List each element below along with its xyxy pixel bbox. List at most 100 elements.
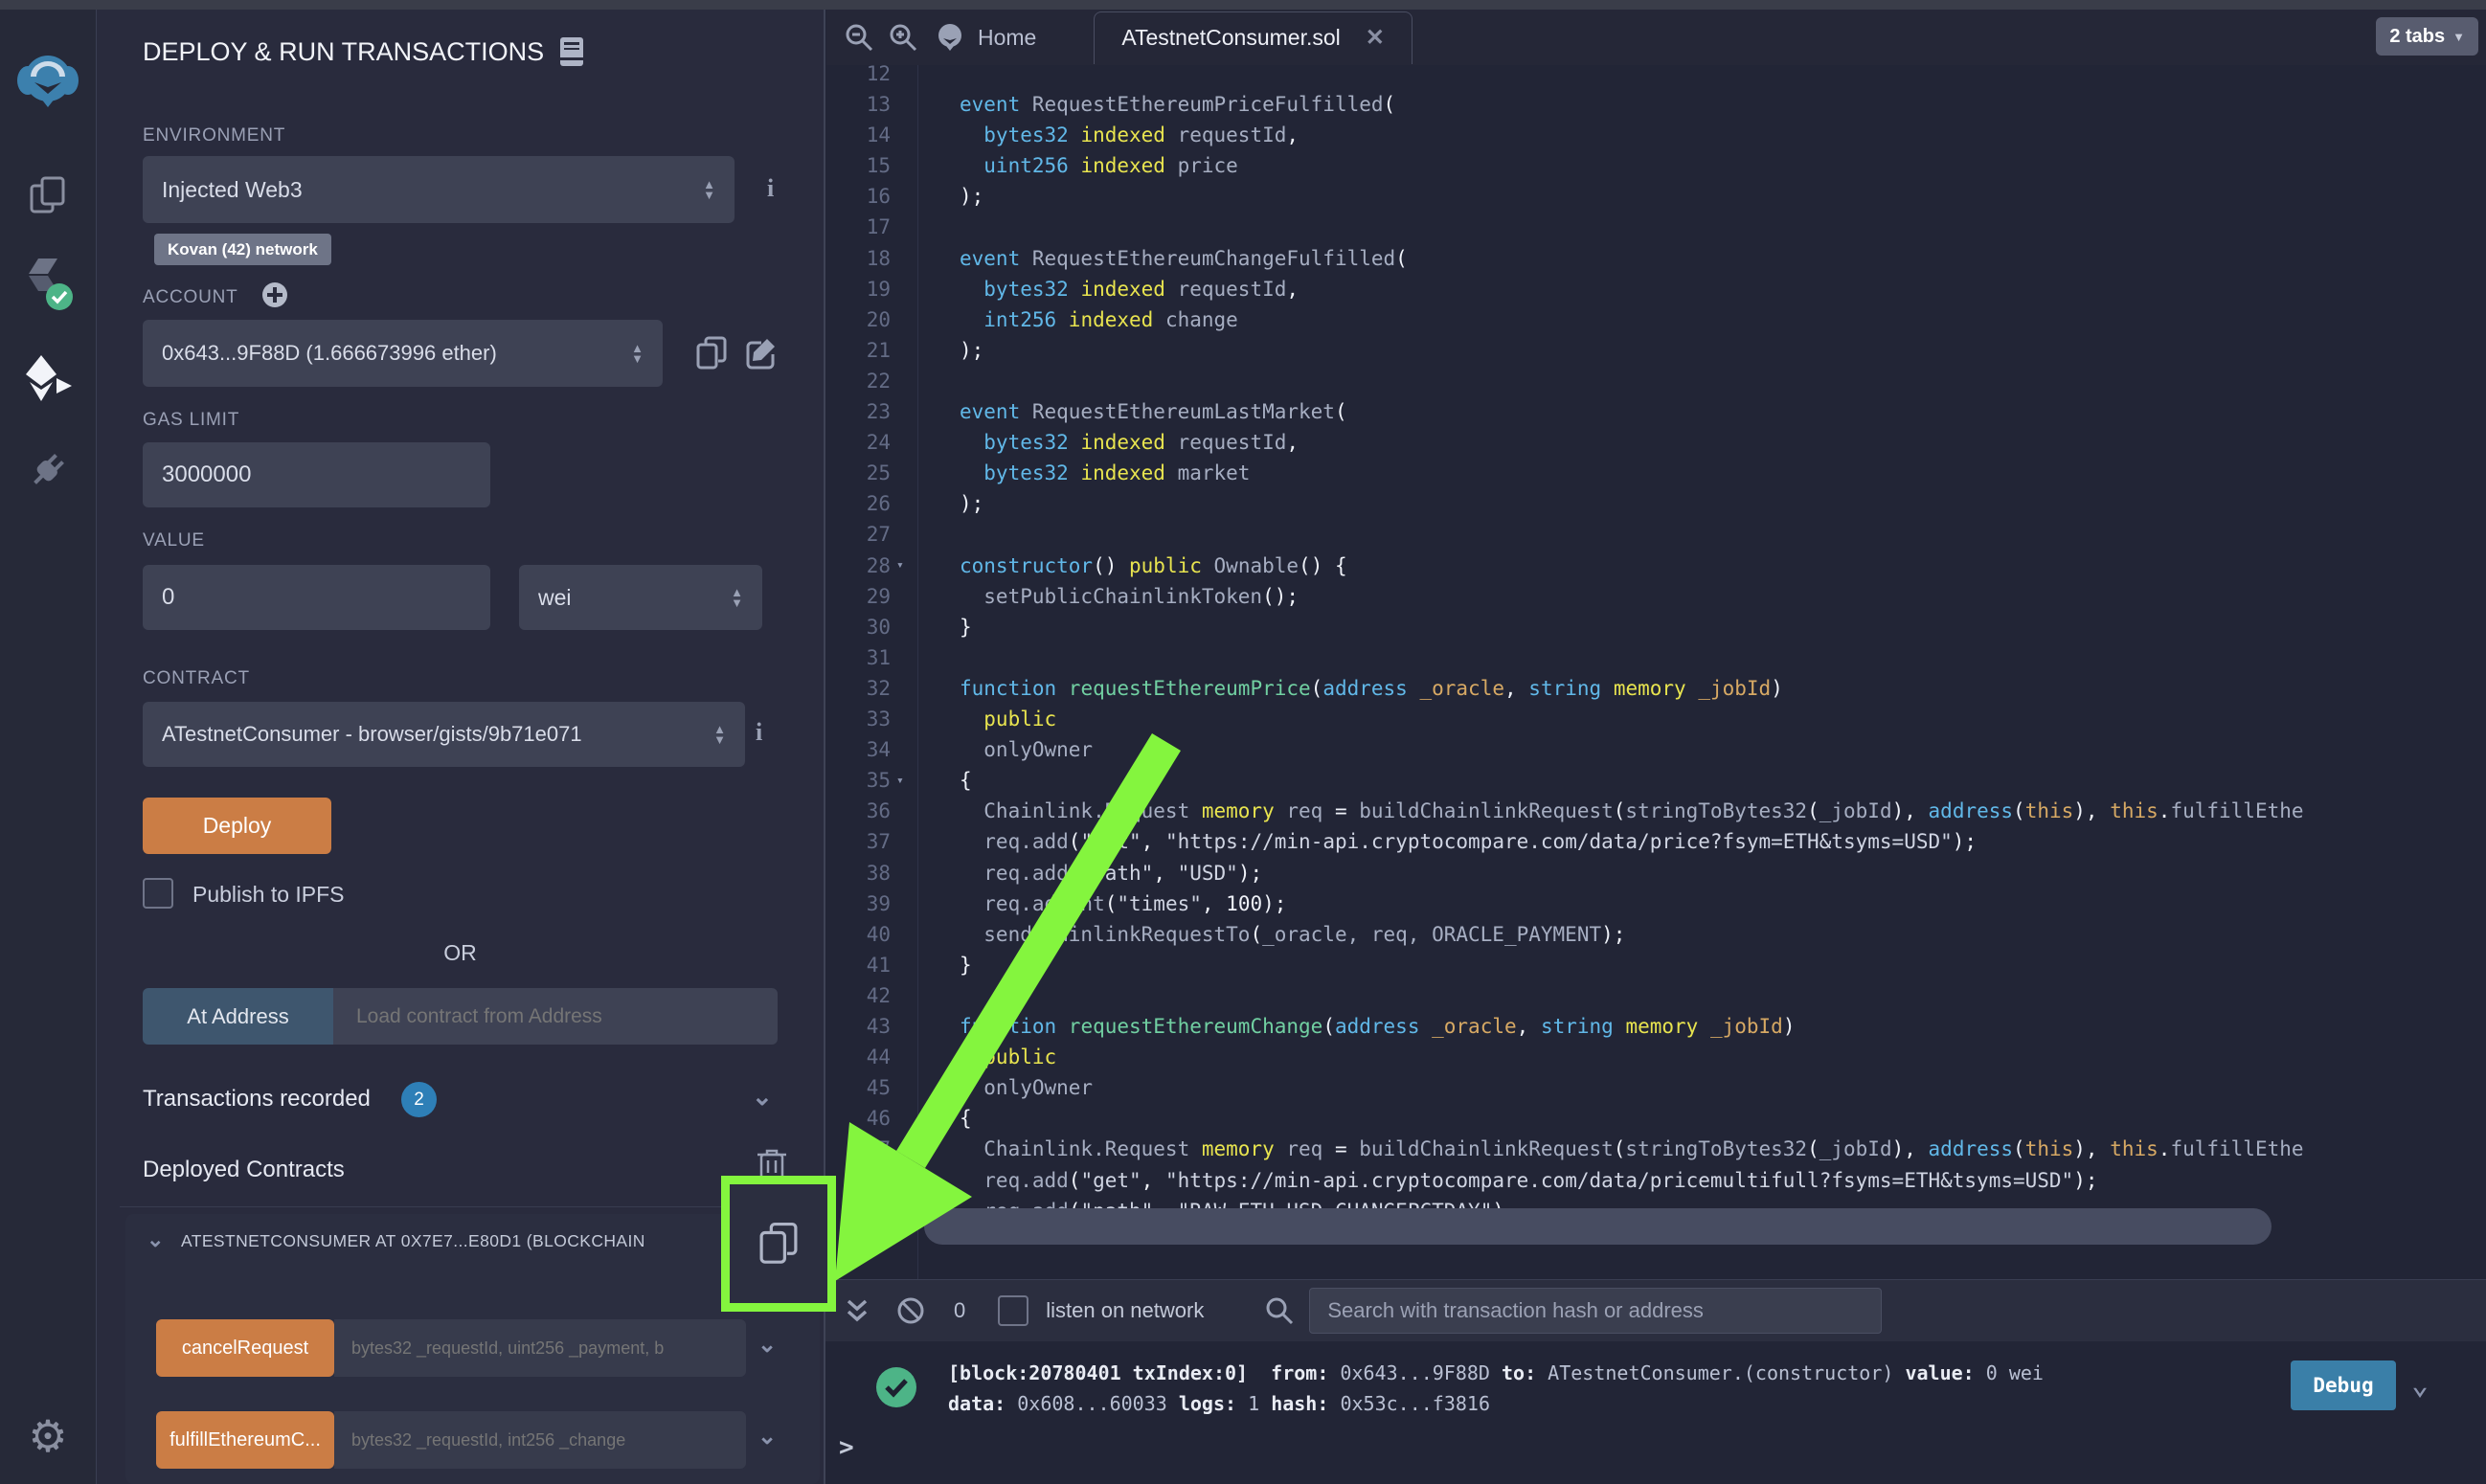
contract-info-icon[interactable]: i xyxy=(756,718,762,747)
log-expand-chevron-icon[interactable]: ⌄ xyxy=(2411,1368,2429,1402)
code-line-19[interactable]: 19 bytes32 indexed requestId, xyxy=(825,274,2486,304)
code-line-30[interactable]: 30} xyxy=(825,612,2486,642)
value-unit-select[interactable]: wei ▲▼ xyxy=(519,565,762,630)
code-line-44[interactable]: 44 public xyxy=(825,1042,2486,1072)
code-line-43[interactable]: 43function requestEthereumChange(address… xyxy=(825,1011,2486,1042)
window-top-strip xyxy=(0,0,2486,10)
contract-expand-chevron-icon[interactable]: ⌄ xyxy=(147,1227,164,1252)
edit-account-icon[interactable] xyxy=(744,335,780,371)
code-line-35[interactable]: 35▾{ xyxy=(825,765,2486,796)
code-line-37[interactable]: 37 req.add("get", "https://min-api.crypt… xyxy=(825,826,2486,857)
copy-address-icon[interactable] xyxy=(757,1220,801,1268)
transactions-collapse-chevron-icon[interactable]: ⌄ xyxy=(752,1082,773,1112)
code-text: onlyOwner xyxy=(925,738,1093,761)
tx-log-line-2[interactable]: data: 0x608...60033 logs: 1 hash: 0x53c.… xyxy=(948,1389,1490,1418)
at-address-input[interactable] xyxy=(333,988,778,1045)
code-line-45[interactable]: 45 onlyOwner xyxy=(825,1072,2486,1103)
fold-marker-icon[interactable]: ▾ xyxy=(891,558,925,573)
function-params-input[interactable] xyxy=(334,1411,746,1469)
deployed-contract-header[interactable]: ATESTNETCONSUMER AT 0X7E7...E80D1 (BLOCK… xyxy=(181,1231,756,1251)
value-amount: 0 xyxy=(162,584,174,611)
function-params-input[interactable] xyxy=(334,1319,746,1377)
file-explorer-icon[interactable] xyxy=(0,169,96,222)
code-line-27[interactable]: 27 xyxy=(825,519,2486,550)
code-line-29[interactable]: 29 setPublicChainlinkToken(); xyxy=(825,581,2486,612)
docs-icon[interactable] xyxy=(559,36,584,67)
terminal-prompt[interactable]: > xyxy=(839,1433,854,1462)
tab-home[interactable]: Home xyxy=(978,25,1036,51)
code-line-40[interactable]: 40 sendChainlinkRequestTo(_oracle, req, … xyxy=(825,919,2486,950)
code-line-24[interactable]: 24 bytes32 indexed requestId, xyxy=(825,427,2486,458)
code-line-41[interactable]: 41} xyxy=(825,950,2486,980)
debug-button[interactable]: Debug xyxy=(2291,1360,2396,1410)
horizontal-scrollbar[interactable] xyxy=(924,1208,2271,1245)
chevron-down-icon: ▼ xyxy=(2452,30,2465,44)
gas-limit-input[interactable]: 3000000 xyxy=(143,442,490,507)
select-arrows-icon: ▲▼ xyxy=(695,179,715,200)
settings-gear-icon[interactable]: ⚙ xyxy=(0,1407,96,1465)
line-number: 28 xyxy=(825,554,891,577)
code-line-14[interactable]: 14 bytes32 indexed requestId, xyxy=(825,120,2486,150)
code-line-12[interactable]: 12 xyxy=(825,65,2486,89)
publish-ipfs-checkbox[interactable] xyxy=(143,878,173,909)
code-line-13[interactable]: 13event RequestEthereumPriceFulfilled( xyxy=(825,89,2486,120)
tabs-count-dropdown[interactable]: 2 tabs ▼ xyxy=(2376,17,2478,56)
code-editor[interactable]: 1213event RequestEthereumPriceFulfilled(… xyxy=(825,65,2486,1279)
code-line-23[interactable]: 23event RequestEthereumLastMarket( xyxy=(825,396,2486,427)
code-line-31[interactable]: 31 xyxy=(825,642,2486,673)
function-expand-chevron-icon[interactable]: ⌄ xyxy=(757,1331,777,1359)
code-line-47[interactable]: 47 Chainlink.Request memory req = buildC… xyxy=(825,1134,2486,1164)
environment-info-icon[interactable]: i xyxy=(767,174,774,203)
function-button-cancelRequest[interactable]: cancelRequest xyxy=(156,1319,334,1377)
code-line-42[interactable]: 42 xyxy=(825,980,2486,1011)
fold-marker-icon[interactable]: ▾ xyxy=(891,774,925,788)
code-line-38[interactable]: 38 req.add("path", "USD"); xyxy=(825,858,2486,888)
remix-logo[interactable] xyxy=(0,44,96,117)
code-line-15[interactable]: 15 uint256 indexed price xyxy=(825,150,2486,181)
account-select[interactable]: 0x643...9F88D (1.666673996 ether) ▲▼ xyxy=(143,320,663,387)
home-tab-icon[interactable] xyxy=(934,21,966,54)
code-line-28[interactable]: 28▾constructor() public Ownable() { xyxy=(825,551,2486,581)
zoom-out-icon[interactable] xyxy=(844,22,874,53)
at-address-button[interactable]: At Address xyxy=(143,988,333,1045)
function-button-fulfillEthereumC[interactable]: fulfillEthereumC... xyxy=(156,1411,334,1469)
value-input[interactable]: 0 xyxy=(143,565,490,630)
plugin-manager-icon[interactable] xyxy=(0,442,96,498)
tx-log-line-1[interactable]: [block:20780401 txIndex:0] from: 0x643..… xyxy=(948,1359,2044,1387)
listen-network-checkbox[interactable] xyxy=(998,1295,1028,1326)
code-text: req.add("path", "USD"); xyxy=(925,862,1262,885)
code-line-21[interactable]: 21); xyxy=(825,335,2486,366)
code-line-48[interactable]: 48 req.add("get", "https://min-api.crypt… xyxy=(825,1165,2486,1196)
deploy-run-icon[interactable] xyxy=(0,350,96,406)
code-line-16[interactable]: 16); xyxy=(825,181,2486,212)
code-line-46[interactable]: 46{ xyxy=(825,1103,2486,1134)
terminal-toolbar: 0 listen on network xyxy=(825,1279,2486,1342)
copy-account-icon[interactable] xyxy=(694,335,729,371)
code-line-26[interactable]: 26); xyxy=(825,488,2486,519)
line-number: 16 xyxy=(825,185,891,208)
zoom-in-icon[interactable] xyxy=(888,22,918,53)
code-line-17[interactable]: 17 xyxy=(825,212,2486,242)
code-line-22[interactable]: 22 xyxy=(825,366,2486,396)
code-line-36[interactable]: 36 Chainlink.Request memory req = buildC… xyxy=(825,796,2486,826)
add-account-icon[interactable] xyxy=(261,281,288,308)
code-line-25[interactable]: 25 bytes32 indexed market xyxy=(825,458,2486,488)
code-line-34[interactable]: 34 onlyOwner xyxy=(825,734,2486,765)
deployed-contracts-label: Deployed Contracts xyxy=(143,1157,345,1183)
code-line-20[interactable]: 20 int256 indexed change xyxy=(825,304,2486,335)
clear-console-icon[interactable] xyxy=(896,1296,925,1325)
code-line-33[interactable]: 33 public xyxy=(825,704,2486,734)
close-tab-icon[interactable]: ✕ xyxy=(1366,24,1385,52)
publish-ipfs-label: Publish to IPFS xyxy=(192,882,345,908)
environment-select[interactable]: Injected Web3 ▲▼ xyxy=(143,156,734,223)
contract-select[interactable]: ATestnetConsumer - browser/gists/9b71e07… xyxy=(143,702,745,767)
code-line-32[interactable]: 32function requestEthereumPrice(address … xyxy=(825,673,2486,704)
tab-active-file[interactable]: ATestnetConsumer.sol ✕ xyxy=(1094,11,1412,64)
terminal-search-input[interactable] xyxy=(1309,1288,1882,1334)
code-line-18[interactable]: 18event RequestEthereumChangeFulfilled( xyxy=(825,243,2486,274)
expand-terminal-icon[interactable] xyxy=(845,1296,870,1325)
function-expand-chevron-icon[interactable]: ⌄ xyxy=(757,1423,777,1450)
solidity-compiler-icon[interactable] xyxy=(0,255,96,314)
deploy-button[interactable]: Deploy xyxy=(143,798,331,854)
code-line-39[interactable]: 39 req.addInt("times", 100); xyxy=(825,888,2486,919)
